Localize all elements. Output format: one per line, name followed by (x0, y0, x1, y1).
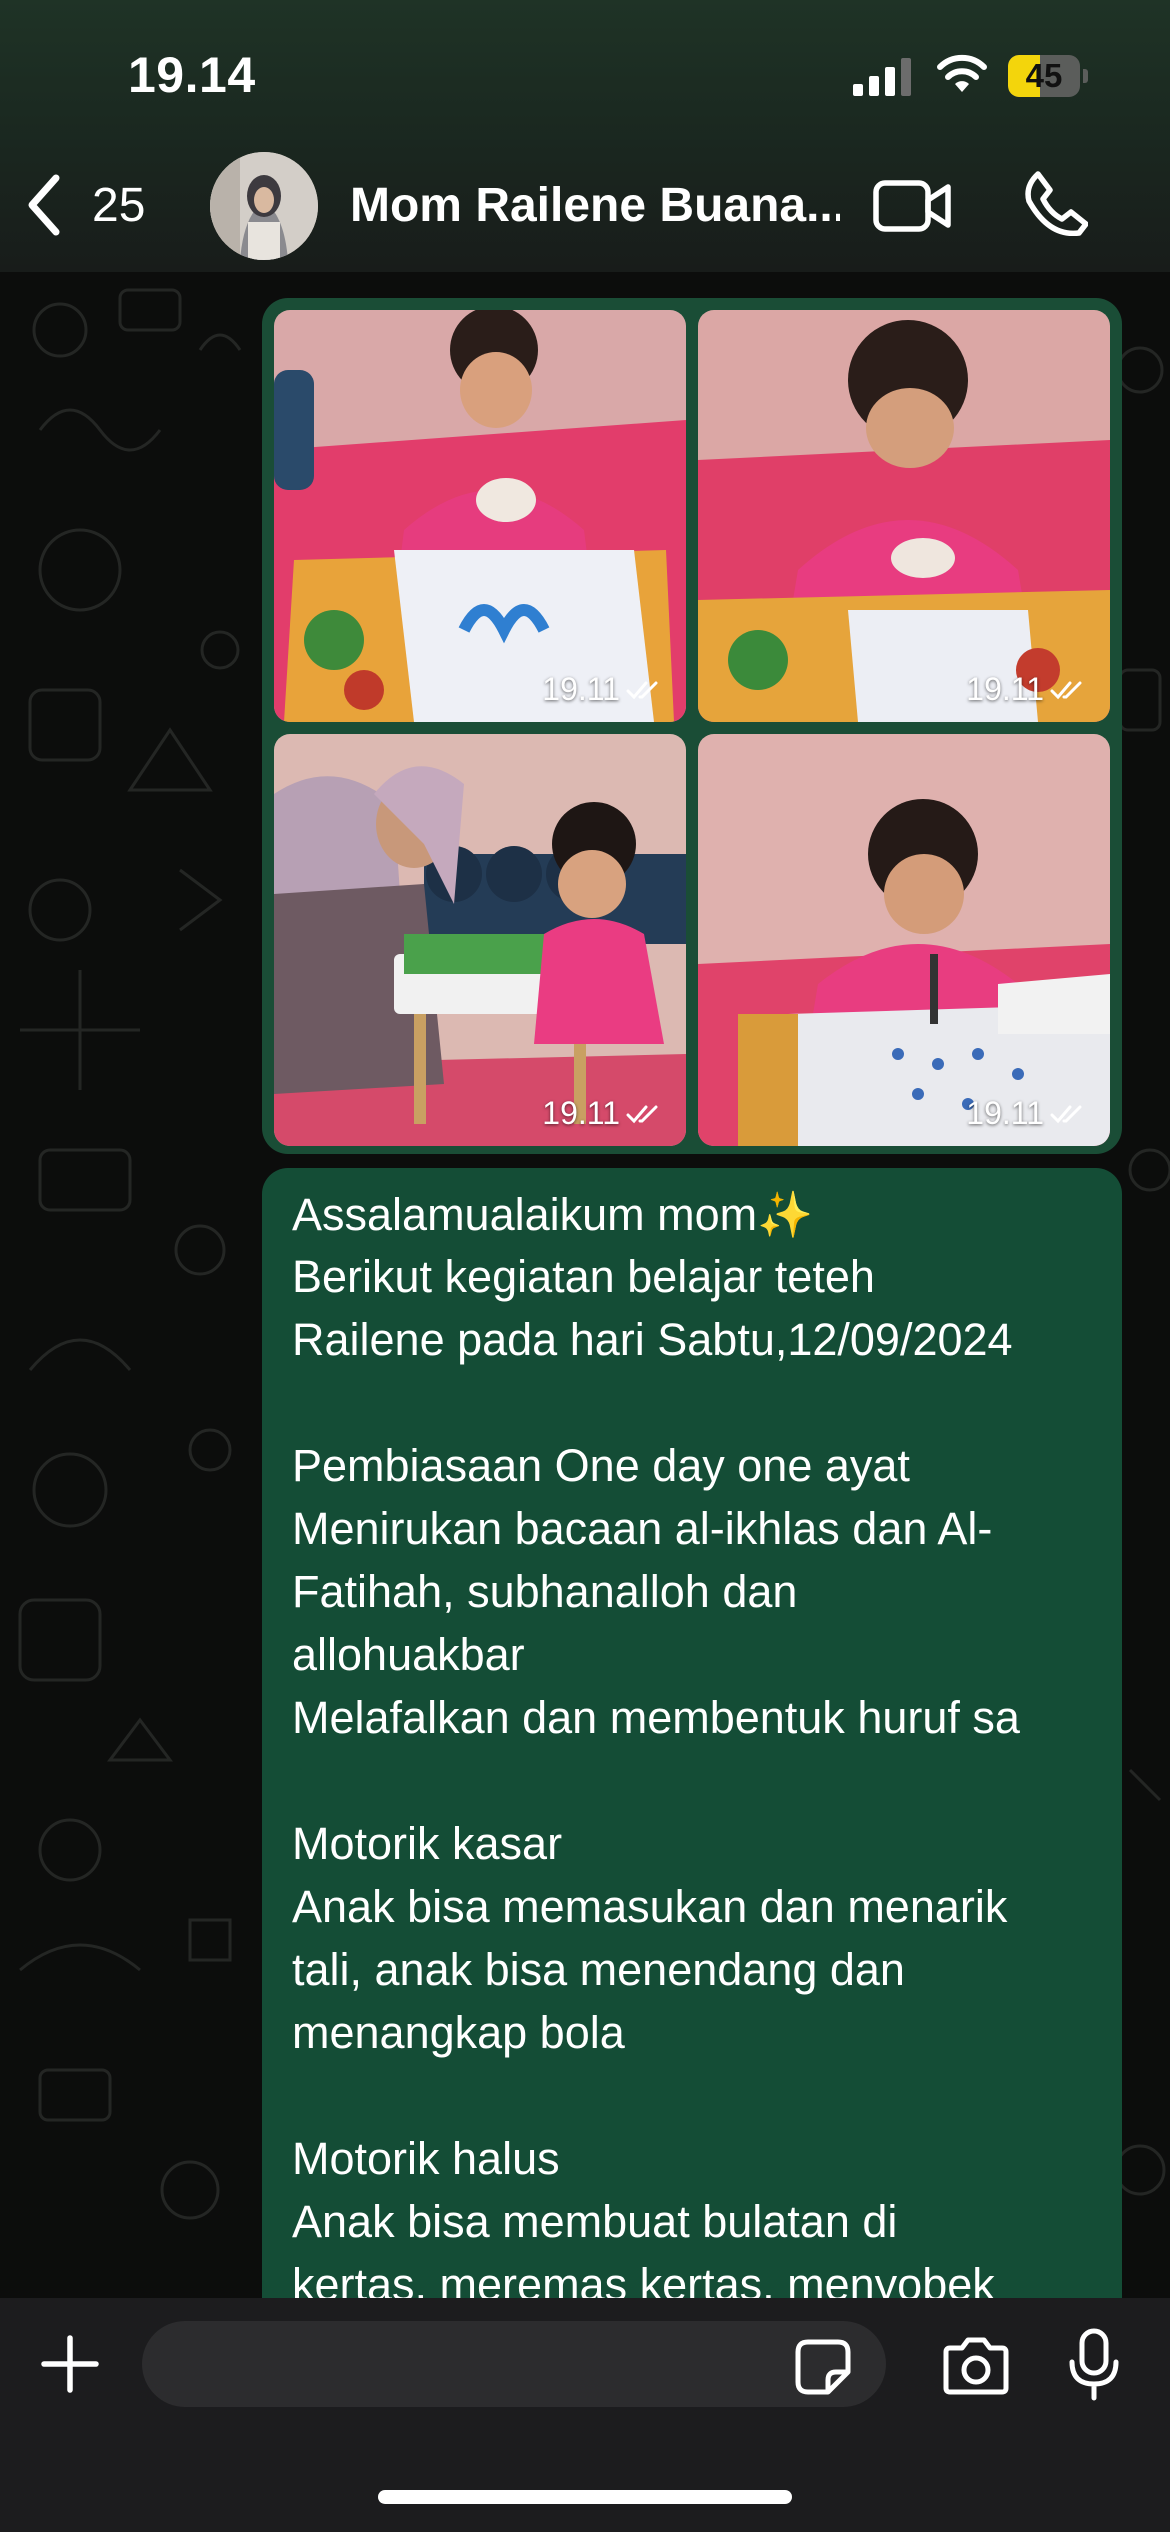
photo-album-bubble[interactable]: 19.11 19.11 19.11 19.11 (262, 298, 1122, 1154)
photo-thumbnail[interactable]: 19.11 (274, 310, 686, 722)
double-check-icon (626, 681, 658, 700)
double-check-icon (1050, 681, 1082, 700)
chat-screen: 19.14 45 25 Mom Railene Buana... 19.11 1… (0, 0, 1170, 2532)
message-line: Anak bisa membuat bulatan di (292, 2196, 898, 2247)
message-line: Railene pada hari Sabtu,12/09/2024 (292, 1314, 1013, 1365)
double-check-icon (1050, 1105, 1082, 1124)
battery-cap (1083, 69, 1088, 83)
photo-timestamp: 19.11 (966, 671, 1044, 707)
message-line: Menirukan bacaan al-ikhlas dan Al- (292, 1503, 993, 1554)
avatar-photo (210, 152, 318, 260)
voice-call-icon[interactable] (1024, 170, 1088, 236)
battery-percent: 45 (1025, 57, 1063, 94)
message-line: Pembiasaan One day one ayat (292, 1440, 910, 1491)
camera-icon[interactable] (940, 2336, 1012, 2396)
photo-timestamp: 19.11 (966, 1095, 1044, 1131)
contact-avatar[interactable] (210, 152, 318, 260)
chat-header: 19.14 45 25 Mom Railene Buana... (0, 0, 1170, 272)
message-line: Motorik kasar (292, 1818, 563, 1869)
wifi-icon (937, 54, 987, 92)
back-chevron-icon[interactable] (22, 172, 66, 238)
message-line: Anak bisa memasukan dan menarik (292, 1881, 1008, 1932)
photo-image (274, 310, 686, 722)
photo-thumbnail[interactable]: 19.11 (274, 734, 686, 1146)
plus-icon[interactable] (40, 2334, 100, 2394)
double-check-icon (626, 1105, 658, 1124)
message-line: Berikut kegiatan belajar teteh (292, 1251, 875, 1302)
message-line: Assalamualaikum mom✨ (292, 1189, 814, 1240)
photo-image (698, 734, 1110, 1146)
photo-timestamp: 19.11 (542, 1095, 620, 1131)
message-line: Fatihah, subhanalloh dan (292, 1566, 798, 1617)
message-bubble[interactable]: Assalamualaikum mom✨ Berikut kegiatan be… (262, 1168, 1122, 2368)
microphone-icon[interactable] (1068, 2328, 1120, 2402)
photo-timestamp: 19.11 (542, 671, 620, 707)
status-time: 19.14 (128, 47, 256, 103)
photo-thumbnail[interactable]: 19.11 (698, 310, 1110, 722)
message-line: Motorik halus (292, 2133, 560, 2184)
message-input[interactable] (142, 2321, 886, 2407)
message-line: tali, anak bisa menendang dan (292, 1944, 905, 1995)
unread-count[interactable]: 25 (92, 178, 145, 233)
battery-body: 45 (1008, 55, 1080, 97)
sticker-icon[interactable] (794, 2338, 852, 2396)
photo-thumbnail[interactable]: 19.11 (698, 734, 1110, 1146)
contact-name[interactable]: Mom Railene Buana... (350, 178, 840, 233)
photo-image (698, 310, 1110, 722)
battery-indicator: 45 (1008, 55, 1088, 97)
message-line: Melafalkan dan membentuk huruf sa (292, 1692, 1020, 1743)
home-indicator[interactable] (378, 2490, 792, 2504)
message-line: allohuakbar (292, 1629, 525, 1680)
message-line: menangkap bola (292, 2007, 625, 2058)
photo-image (274, 734, 686, 1146)
video-call-icon[interactable] (872, 178, 952, 234)
cellular-signal-icon (853, 58, 911, 96)
